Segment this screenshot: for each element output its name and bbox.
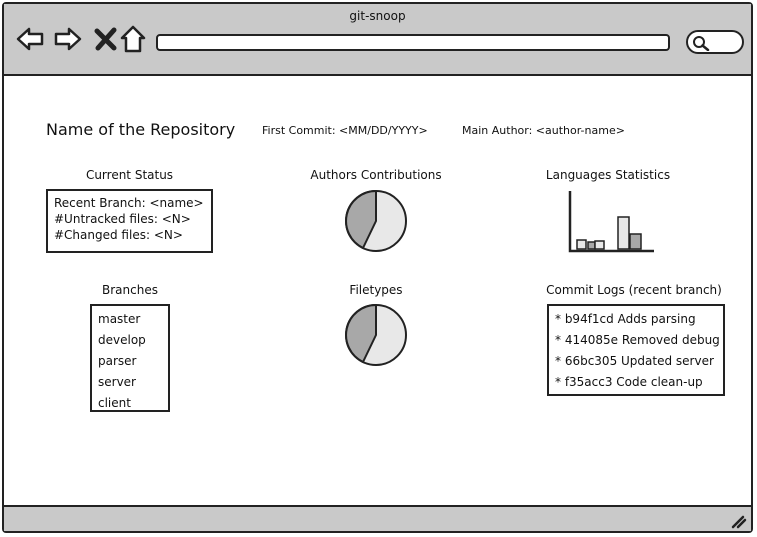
status-bar xyxy=(4,505,751,531)
branch-item[interactable]: parser xyxy=(98,351,162,372)
resize-grip-icon[interactable] xyxy=(729,513,747,529)
current-status-heading: Current Status xyxy=(85,168,174,182)
commit-logs-heading: Commit Logs (recent branch) xyxy=(546,283,722,297)
home-icon[interactable] xyxy=(119,25,147,53)
status-line-branch: Recent Branch: <name> xyxy=(54,196,204,210)
back-arrow-icon[interactable] xyxy=(16,25,44,53)
languages-bar-chart xyxy=(568,191,654,253)
filetypes-pie-chart xyxy=(345,304,407,366)
current-status-panel: Recent Branch: <name> #Untracked files: … xyxy=(46,189,213,253)
main-author-label: Main Author: <author-name> xyxy=(462,124,625,137)
browser-window: git-snoop Name of the Repository First C… xyxy=(2,2,753,533)
branches-heading: Branches xyxy=(102,283,158,297)
forward-arrow-icon[interactable] xyxy=(54,25,82,53)
languages-heading: Languages Statistics xyxy=(545,168,671,182)
authors-pie-chart xyxy=(345,190,407,252)
status-line-untracked: #Untracked files: <N> xyxy=(54,212,191,226)
close-icon[interactable] xyxy=(92,25,120,53)
branch-item[interactable]: master xyxy=(98,309,162,330)
commit-logs-list: * b94f1cd Adds parsing * 414085e Removed… xyxy=(547,304,725,396)
authors-heading: Authors Contributions xyxy=(310,168,442,182)
commit-log-item[interactable]: * 414085e Removed debug xyxy=(555,330,720,351)
branches-list: master develop parser server client xyxy=(90,304,170,412)
first-commit-label: First Commit: <MM/DD/YYYY> xyxy=(262,124,428,137)
branch-item[interactable]: develop xyxy=(98,330,162,351)
commit-log-item[interactable]: * 66bc305 Updated server xyxy=(555,351,717,372)
branch-item[interactable]: client xyxy=(98,393,162,414)
filetypes-heading: Filetypes xyxy=(349,283,403,297)
address-bar[interactable] xyxy=(156,34,670,51)
branch-item[interactable]: server xyxy=(98,372,162,393)
search-field[interactable] xyxy=(686,30,744,54)
repository-name: Name of the Repository xyxy=(46,120,236,139)
status-line-changed: #Changed files: <N> xyxy=(54,228,183,242)
commit-log-item[interactable]: * b94f1cd Adds parsing xyxy=(555,309,717,330)
search-icon xyxy=(693,36,710,51)
browser-toolbar: git-snoop xyxy=(4,4,751,76)
window-title: git-snoop xyxy=(349,9,406,23)
commit-log-item[interactable]: * f35acc3 Code clean-up xyxy=(555,372,717,393)
